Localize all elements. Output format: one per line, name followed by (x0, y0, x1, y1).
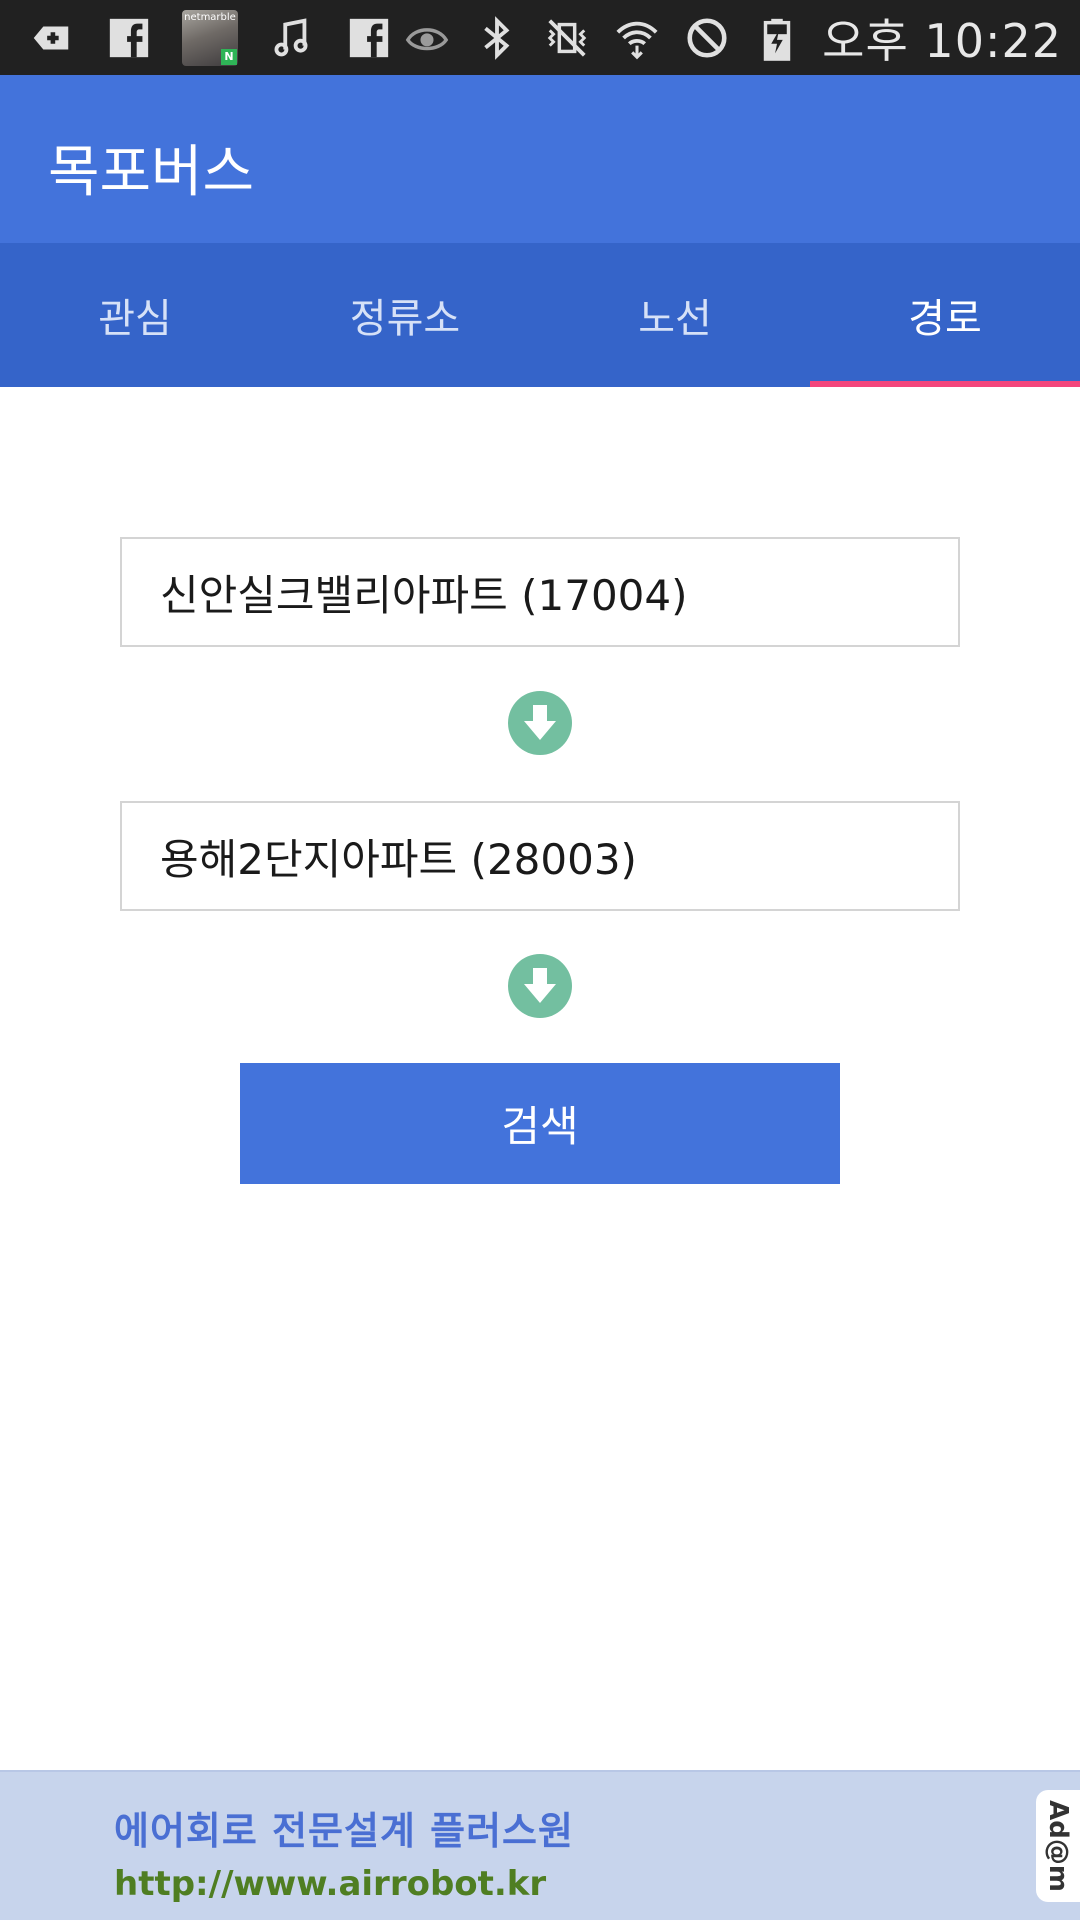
tab-favorites[interactable]: 관심 (0, 243, 270, 387)
status-bar: netmarble N 오후 10:22 (0, 0, 1080, 75)
netmarble-game-icon: netmarble N (182, 9, 238, 66)
netmarble-label: netmarble (184, 11, 236, 23)
vibrate-icon (542, 13, 592, 63)
origin-field[interactable]: 신안실크밸리아파트 (17004) (120, 537, 960, 647)
add-box-icon (26, 13, 76, 63)
eye-icon (402, 13, 452, 63)
search-button[interactable]: 검색 (240, 1063, 840, 1184)
facebook-icon (104, 13, 154, 63)
screen: netmarble N 오후 10:22 목포버스 관심 정류소 노선 경로 신… (0, 0, 1080, 1920)
clock: 오후 10:22 (822, 13, 1062, 68)
ad-banner[interactable]: 에어회로 전문설계 플러스원 http://www.airrobot.kr Ad… (0, 1770, 1080, 1920)
adam-logo-icon[interactable]: Ad@m (1036, 1790, 1080, 1902)
app-bar: 목포버스 (0, 75, 1080, 243)
system-icons: 오후 10:22 (402, 5, 1080, 71)
ad-title[interactable]: 에어회로 전문설계 플러스원 (114, 1800, 574, 1855)
ad-logo-text: Ad@m (1043, 1800, 1074, 1892)
wifi-icon (612, 13, 662, 63)
tab-stops[interactable]: 정류소 (270, 243, 540, 387)
blocked-icon (682, 13, 732, 63)
app-title: 목포버스 (48, 140, 255, 205)
ad-url[interactable]: http://www.airrobot.kr (114, 1864, 546, 1904)
destination-value: 용해2단지아파트 (28003) (160, 834, 637, 884)
music-note-icon (266, 13, 316, 63)
tab-routes[interactable]: 노선 (540, 243, 810, 387)
facebook-icon (344, 13, 394, 63)
battery-charging-icon (752, 13, 802, 63)
tab-path[interactable]: 경로 (810, 243, 1080, 387)
bluetooth-icon (472, 13, 522, 63)
destination-field[interactable]: 용해2단지아파트 (28003) (120, 801, 960, 911)
arrow-down-icon (508, 954, 572, 1018)
arrow-down-icon (508, 691, 572, 755)
netmarble-badge: N (221, 48, 237, 65)
notification-icons: netmarble N (0, 9, 394, 66)
origin-value: 신안실크밸리아파트 (17004) (160, 570, 688, 620)
tab-bar: 관심 정류소 노선 경로 (0, 243, 1080, 387)
